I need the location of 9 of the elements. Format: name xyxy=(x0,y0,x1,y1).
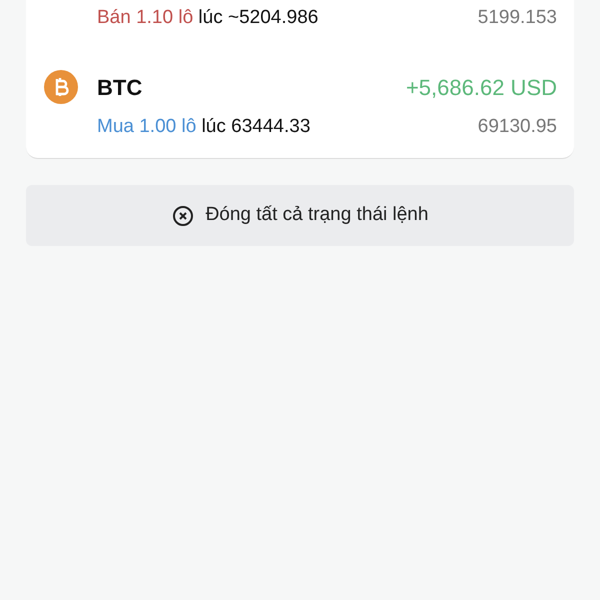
symbol-name: BTC xyxy=(97,74,142,102)
close-all-button[interactable]: Đóng tất cả trạng thái lệnh xyxy=(26,185,574,246)
current-price: 5199.153 xyxy=(478,6,557,30)
current-price: 69130.95 xyxy=(478,114,557,139)
order-detail: Mua 1.00 lô lúc 63444.33 xyxy=(97,114,310,139)
profit-amount: +5,686.62 USD xyxy=(406,74,557,102)
order-detail: Bán 1.10 lô lúc ~5204.986 xyxy=(97,6,318,30)
close-circle-icon xyxy=(172,204,194,226)
bitcoin-icon xyxy=(44,70,78,104)
